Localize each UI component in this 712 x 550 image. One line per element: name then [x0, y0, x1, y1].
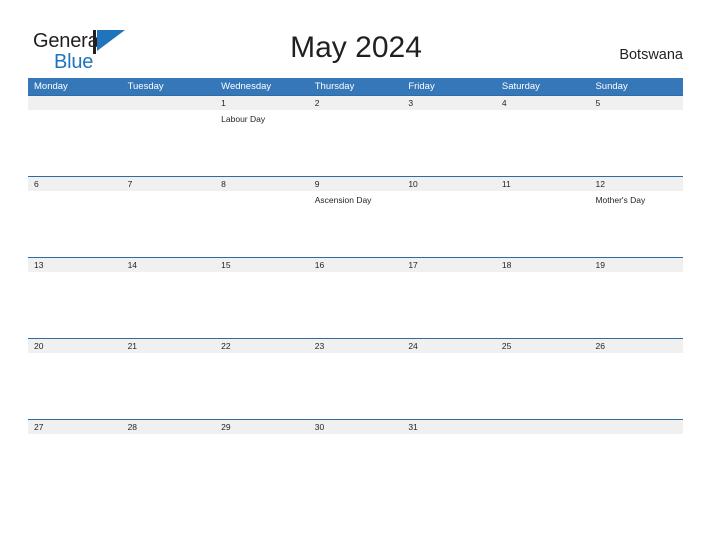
- day-event: [122, 110, 216, 176]
- day-number[interactable]: 24: [402, 339, 496, 353]
- day-event: [402, 191, 496, 257]
- day-event: [496, 110, 590, 176]
- week-event-band: [28, 272, 683, 338]
- day-number[interactable]: [496, 420, 590, 434]
- day-number[interactable]: 21: [122, 339, 216, 353]
- day-event: [122, 434, 216, 500]
- day-event: Mother's Day: [595, 195, 646, 205]
- day-number[interactable]: 26: [589, 339, 683, 353]
- week-date-band: 1 2 3 4 5: [28, 96, 683, 110]
- day-event: Labour Day: [221, 114, 266, 124]
- day-event: [122, 191, 216, 257]
- day-number[interactable]: 10: [402, 177, 496, 191]
- day-number[interactable]: 29: [215, 420, 309, 434]
- day-number[interactable]: 4: [496, 96, 590, 110]
- day-number[interactable]: 2: [309, 96, 403, 110]
- day-event: [122, 272, 216, 338]
- day-event: [589, 110, 683, 176]
- day-number[interactable]: 1: [215, 96, 309, 110]
- day-event: [309, 272, 403, 338]
- day-event: [309, 110, 403, 176]
- day-event: [28, 434, 122, 500]
- day-event: [309, 353, 403, 419]
- day-number[interactable]: 18: [496, 258, 590, 272]
- day-number[interactable]: [122, 96, 216, 110]
- day-number[interactable]: 25: [496, 339, 590, 353]
- day-event: [496, 272, 590, 338]
- day-number[interactable]: [28, 96, 122, 110]
- day-event: [28, 191, 122, 257]
- week-date-band: 6 7 8 9 10 11 12: [28, 177, 683, 191]
- week-row: 1 2 3 4 5 Labour Day: [28, 95, 683, 176]
- weekday-tuesday: Tuesday: [127, 81, 164, 92]
- week-event-band: [28, 434, 683, 500]
- day-number[interactable]: 11: [496, 177, 590, 191]
- day-number[interactable]: 6: [28, 177, 122, 191]
- week-row: 6 7 8 9 10 11 12 Ascension Day Mother's …: [28, 176, 683, 257]
- day-number[interactable]: 28: [122, 420, 216, 434]
- day-number[interactable]: 14: [122, 258, 216, 272]
- week-row: 20 21 22 23 24 25 26: [28, 338, 683, 419]
- day-event: [28, 272, 122, 338]
- day-number[interactable]: 12: [589, 177, 683, 191]
- day-number[interactable]: 5: [589, 96, 683, 110]
- day-number[interactable]: 15: [215, 258, 309, 272]
- week-event-band: Labour Day: [28, 110, 683, 176]
- weekday-monday: Monday: [34, 81, 68, 92]
- week-row: 13 14 15 16 17 18 19: [28, 257, 683, 338]
- day-event: [496, 434, 590, 500]
- day-event: [496, 191, 590, 257]
- day-number[interactable]: 8: [215, 177, 309, 191]
- day-number[interactable]: 19: [589, 258, 683, 272]
- day-number[interactable]: 7: [122, 177, 216, 191]
- day-event: [402, 110, 496, 176]
- day-number[interactable]: 3: [402, 96, 496, 110]
- page-title: May 2024: [290, 31, 422, 64]
- week-event-band: Ascension Day Mother's Day: [28, 191, 683, 257]
- day-event: [496, 353, 590, 419]
- week-event-band: [28, 353, 683, 419]
- day-event: [402, 434, 496, 500]
- day-event: [215, 191, 309, 257]
- week-row: 27 28 29 30 31: [28, 419, 683, 500]
- weekday-header-row: Monday Tuesday Wednesday Thursday Friday…: [28, 78, 683, 95]
- day-event: [215, 353, 309, 419]
- day-event: [122, 353, 216, 419]
- day-event: [589, 272, 683, 338]
- day-number[interactable]: 30: [309, 420, 403, 434]
- country-label: Botswana: [619, 47, 683, 63]
- calendar-grid: Monday Tuesday Wednesday Thursday Friday…: [28, 78, 683, 500]
- weekday-sunday: Sunday: [595, 81, 628, 92]
- weekday-friday: Friday: [408, 81, 435, 92]
- weekday-thursday: Thursday: [314, 81, 355, 92]
- day-event: [402, 272, 496, 338]
- day-number[interactable]: 16: [309, 258, 403, 272]
- day-number[interactable]: 31: [402, 420, 496, 434]
- day-event: [215, 434, 309, 500]
- day-event: [28, 110, 122, 176]
- day-number[interactable]: 27: [28, 420, 122, 434]
- day-number[interactable]: 20: [28, 339, 122, 353]
- day-event: Ascension Day: [314, 195, 372, 205]
- day-number[interactable]: 9: [309, 177, 403, 191]
- week-date-band: 13 14 15 16 17 18 19: [28, 258, 683, 272]
- weekday-saturday: Saturday: [501, 81, 540, 92]
- day-event: [215, 272, 309, 338]
- day-event: [589, 353, 683, 419]
- day-number[interactable]: 23: [309, 339, 403, 353]
- day-number[interactable]: 17: [402, 258, 496, 272]
- page-header: General Blue May 2024 Botswana: [0, 0, 712, 78]
- day-event: [589, 434, 683, 500]
- day-number[interactable]: [589, 420, 683, 434]
- weekday-wednesday: Wednesday: [221, 81, 272, 92]
- day-event: [402, 353, 496, 419]
- week-date-band: 27 28 29 30 31: [28, 420, 683, 434]
- day-number[interactable]: 22: [215, 339, 309, 353]
- day-event: [28, 353, 122, 419]
- week-date-band: 20 21 22 23 24 25 26: [28, 339, 683, 353]
- day-event: [309, 434, 403, 500]
- day-number[interactable]: 13: [28, 258, 122, 272]
